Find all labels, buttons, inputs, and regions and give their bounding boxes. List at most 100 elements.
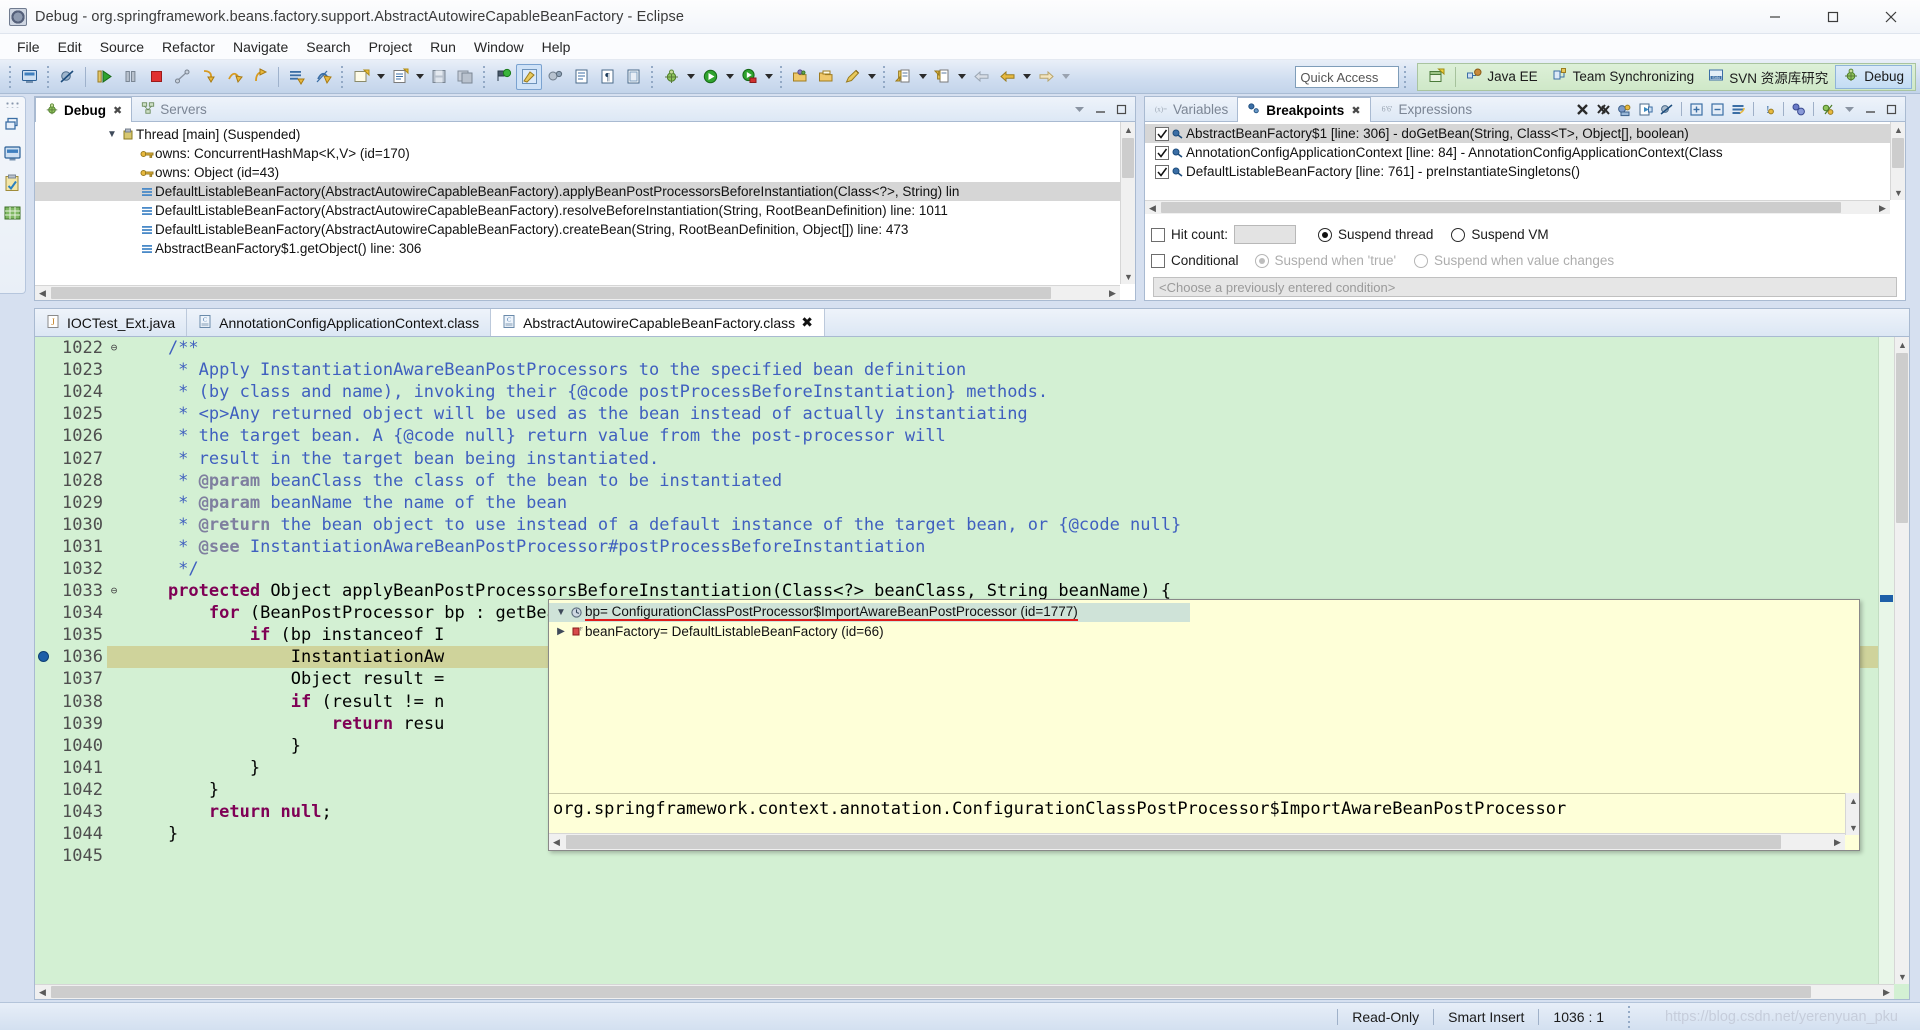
code-line[interactable]: 1029 * @param beanName the name of the b… [35,492,1878,514]
scroll-down-icon[interactable]: ▼ [1121,269,1136,284]
perspective-team-synchronizing[interactable]: Team Synchronizing [1545,65,1702,89]
chevron-right-icon[interactable]: ▶ [554,626,568,637]
toolbar-drag-handle-4[interactable] [481,65,487,88]
perspective-debug[interactable]: Debug [1835,64,1912,89]
breakpoint-row-1[interactable]: AbstractBeanFactory$1 [line: 306] - doGe… [1145,124,1890,143]
back-icon[interactable] [968,64,994,90]
skip-all-breakpoints-icon[interactable] [1657,100,1676,119]
perspective-java-ee[interactable]: Java EE [1459,65,1544,89]
next-annotation-dropdown-arrow[interactable] [955,64,968,90]
debug-view-vscrollbar[interactable]: ▲ ▼ [1120,122,1135,284]
debug-dropdown-arrow[interactable] [684,64,697,90]
scroll-right-icon[interactable]: ▶ [1879,985,1894,999]
back-history-icon[interactable] [994,64,1020,90]
tab-debug[interactable]: Debug ✖ [35,97,133,122]
scroll-up-icon[interactable]: ▲ [1846,793,1861,808]
open-task-icon[interactable] [813,64,839,90]
tree-row-frame-3[interactable]: DefaultListableBeanFactory(AbstractAutow… [35,220,1135,239]
overview-ruler[interactable] [1878,337,1894,984]
new-java-class-dropdown-arrow[interactable] [413,64,426,90]
code-line[interactable]: 1032 */ [35,558,1878,580]
tree-row-frame-2[interactable]: DefaultListableBeanFactory(AbstractAutow… [35,201,1135,220]
condition-combo[interactable]: <Choose a previously entered condition> [1153,277,1897,297]
tree-row-thread[interactable]: ▼ Thread [main] (Suspended) [35,125,1135,144]
menu-source[interactable]: Source [91,37,153,57]
collapse-all-icon[interactable] [1708,100,1727,119]
forward-dropdown-arrow[interactable] [1059,64,1072,90]
scroll-up-icon[interactable]: ▲ [1121,122,1136,137]
code-line[interactable]: 1028 * @param beanClass the class of the… [35,470,1878,492]
menu-file[interactable]: File [8,37,49,57]
scroll-down-icon[interactable]: ▼ [1891,185,1906,200]
show-whitespace-icon[interactable]: ¶ [594,64,620,90]
breakpoint-row-2[interactable]: AnnotationConfigApplicationContext [line… [1145,143,1905,162]
suspend-thread-radio[interactable] [1318,227,1333,242]
hit-count-icon[interactable]: ! [1759,100,1778,119]
maximize-view-icon[interactable] [1112,100,1131,119]
quick-access-input[interactable]: Quick Access [1295,65,1400,88]
previous-annotation-icon[interactable] [890,64,916,90]
toolbar-drag-handle-3[interactable] [339,65,345,88]
open-perspective-button[interactable] [1421,65,1452,89]
tab-variables[interactable]: (x)= Variables [1145,97,1237,121]
minimize-button[interactable] [1746,0,1804,34]
scroll-right-icon[interactable]: ▶ [1830,834,1845,851]
tab-expressions[interactable]: 6'6' Expressions [1371,97,1482,121]
perspective-svn[interactable]: SVN SVN 资源库研究 [1701,65,1835,89]
suspend-when-true-radio[interactable] [1254,253,1269,268]
breakpoint-checkbox[interactable] [1155,164,1169,179]
expand-all-icon[interactable] [1687,100,1706,119]
code-line[interactable]: 1022 ⊖ /** [35,337,1878,359]
drop-to-frame-icon[interactable] [284,64,310,90]
close-icon[interactable]: ✖ [113,104,122,117]
variables-grid-icon[interactable] [3,204,22,226]
toolbar-drag-handle-7[interactable] [881,65,887,88]
menu-window[interactable]: Window [465,37,533,57]
add-java-exception-icon[interactable] [1819,100,1838,119]
debug-view-icon[interactable] [3,144,22,166]
open-type-icon[interactable] [787,64,813,90]
new-wizard-dropdown-arrow[interactable] [374,64,387,90]
suspend-when-value-changes-radio[interactable] [1414,253,1429,268]
scroll-left-icon[interactable]: ◀ [35,286,50,301]
perspective-drag-handle[interactable] [1402,65,1409,88]
code-editor[interactable]: 1022 ⊖ /** 1023 * Apply InstantiationAware… [35,337,1909,999]
menu-search[interactable]: Search [297,37,359,57]
remove-all-breakpoints-icon[interactable] [1594,100,1613,119]
use-step-filters-icon[interactable] [310,64,336,90]
link-with-debug-view-icon[interactable] [1615,100,1634,119]
close-icon[interactable]: ✖ [801,314,813,331]
menu-help[interactable]: Help [533,37,580,57]
popup-row-beanfactory[interactable]: ▶ F beanFactory= DefaultListableBeanFact… [549,622,1859,641]
suspend-vm-radio[interactable] [1451,227,1466,242]
code-line[interactable]: 1026 * the target bean. A {@code null} r… [35,425,1878,447]
variable-hover-popup[interactable]: ▼ bp= ConfigurationClassPostProcessor$Im… [548,599,1860,851]
fast-view-drag-handle[interactable] [4,101,21,108]
scroll-down-icon[interactable]: ▼ [1846,820,1861,835]
tab-breakpoints[interactable]: Breakpoints ✖ [1237,97,1371,122]
maximize-view-icon[interactable] [1882,100,1901,119]
close-icon[interactable]: ✖ [1351,104,1360,117]
pencil-icon[interactable] [839,64,865,90]
breakpoint-row-3[interactable]: DefaultListableBeanFactory [line: 761] -… [1145,162,1905,181]
pencil-dropdown-arrow[interactable] [865,64,878,90]
save-all-icon[interactable] [452,64,478,90]
step-return-icon[interactable] [247,64,273,90]
scroll-up-icon[interactable]: ▲ [1895,337,1909,352]
ruler-breakpoint-marker[interactable] [1880,595,1893,602]
hit-count-checkbox[interactable] [1151,227,1165,242]
close-button[interactable] [1862,0,1920,34]
skip-breakpoints-icon[interactable] [54,64,80,90]
new-wizard-icon[interactable] [348,64,374,90]
toolbar-drag-handle-6[interactable] [778,65,784,88]
minimize-view-icon[interactable] [1861,100,1880,119]
new-window-icon[interactable] [16,64,42,90]
new-java-class-icon[interactable] [387,64,413,90]
editor-vscrollbar[interactable]: ▲ ▼ [1894,337,1909,984]
restore-icon[interactable] [4,116,21,136]
step-into-icon[interactable] [195,64,221,90]
scroll-right-icon[interactable]: ▶ [1105,286,1120,301]
scroll-thumb[interactable] [1161,202,1841,213]
scroll-thumb[interactable] [1892,138,1904,168]
statusbar-drag-handle[interactable] [1626,1005,1633,1028]
